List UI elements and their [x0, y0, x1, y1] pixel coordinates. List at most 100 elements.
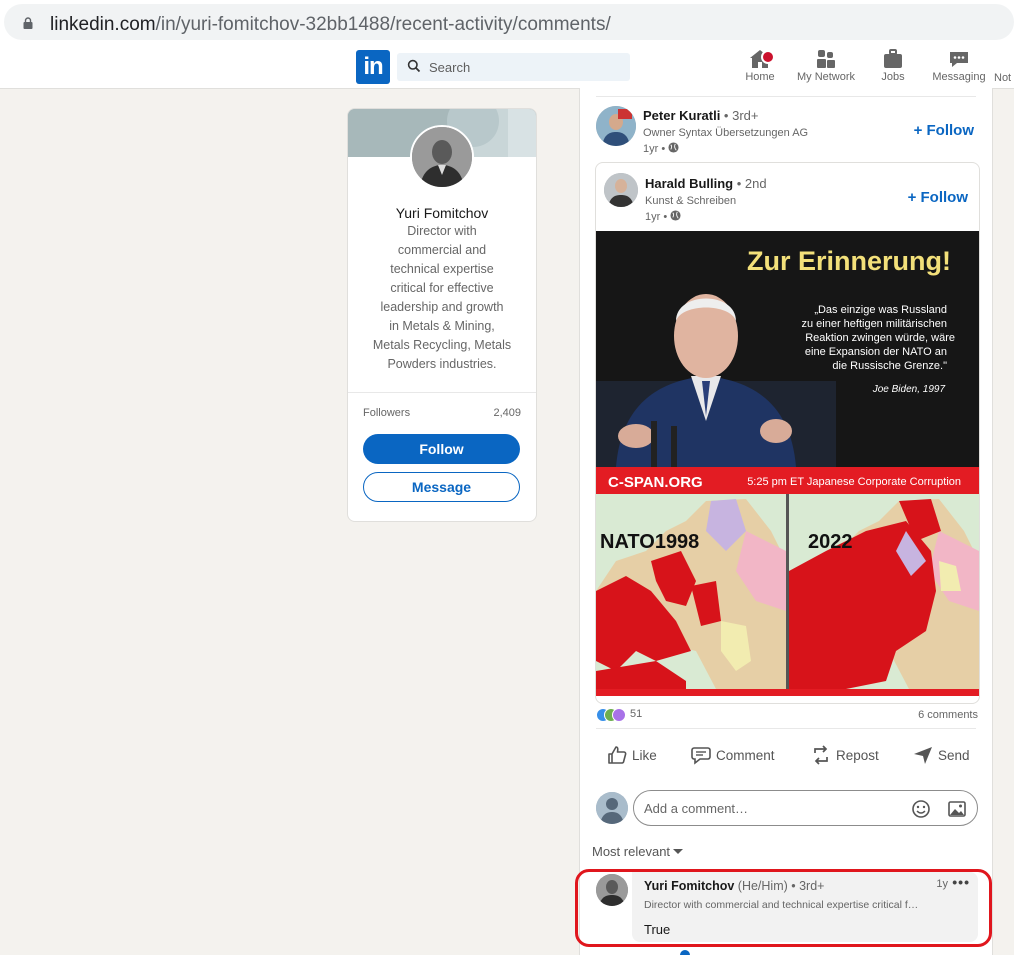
quote-line: zu einer heftigen militärischen: [801, 318, 947, 330]
map-left-label: NATO1998: [600, 531, 699, 553]
notification-dot: [761, 50, 775, 64]
actor-degree: • 3rd+: [720, 108, 759, 123]
nav-my-network-label: My Network: [796, 71, 856, 83]
comment-time: 1y: [936, 878, 948, 890]
nav-notifications-label: Not: [994, 72, 1012, 84]
nav-jobs[interactable]: Jobs: [873, 48, 913, 88]
sort-label: Most relevant: [592, 844, 671, 859]
follow-button[interactable]: Follow: [363, 434, 520, 464]
search-icon: [407, 59, 421, 73]
headline-line: Metals Recycling, Metals: [372, 338, 512, 352]
actor-name-text: Peter Kuratli: [643, 108, 721, 123]
comment-box[interactable]: [633, 790, 978, 826]
reaction-peek: [680, 950, 690, 955]
url-domain: linkedin.com: [50, 14, 156, 35]
reshare-actor: Harald Bulling • 2nd Kunst & Schreiben 1…: [604, 173, 974, 223]
headline-line: Powders industries.: [387, 357, 497, 371]
actor-time: 1yr •: [643, 142, 679, 155]
divider: [596, 728, 976, 729]
send-label: Send: [938, 748, 970, 763]
repost-button[interactable]: Repost: [810, 744, 882, 770]
profile-name[interactable]: Yuri Fomitchov: [348, 205, 536, 221]
nav-messaging-label: Messaging: [932, 71, 986, 83]
time-text: 1yr •: [645, 211, 668, 223]
search-input[interactable]: [429, 53, 619, 81]
like-button[interactable]: Like: [606, 744, 664, 770]
url-path: /in/yuri-fomitchov-32bb1488/recent-activ…: [155, 14, 611, 35]
profile-card: Yuri Fomitchov Director with commercial …: [347, 108, 537, 522]
comment-label: Comment: [716, 748, 775, 763]
reshare-time: 1yr •: [645, 210, 681, 223]
send-icon: [914, 747, 932, 764]
sort-dropdown[interactable]: Most relevant: [592, 844, 684, 859]
globe-icon: [670, 210, 681, 221]
quote-line: die Russische Grenze.": [832, 360, 947, 372]
nav-messaging[interactable]: Messaging: [929, 48, 989, 88]
more-options-icon[interactable]: •••: [952, 874, 970, 890]
nav-notifications[interactable]: Not: [994, 48, 1014, 88]
linkedin-logo[interactable]: in: [356, 50, 390, 84]
post-image[interactable]: Zur Erinnerung! „Das einzige was Russlan…: [596, 231, 979, 696]
quote-line: eine Expansion der NATO an: [805, 346, 947, 358]
send-button[interactable]: Send: [912, 744, 972, 770]
search-box[interactable]: [397, 53, 630, 81]
viewer-avatar: [596, 792, 628, 824]
followers-count: 2,409: [493, 407, 521, 419]
activity-feed: Peter Kuratli • 3rd+ Owner Syntax Überse…: [579, 88, 993, 955]
headline-line: technical expertise: [390, 262, 494, 276]
reshare-subtitle: Kunst & Schreiben: [645, 195, 737, 207]
reshared-post: Harald Bulling • 2nd Kunst & Schreiben 1…: [595, 162, 980, 704]
cspan-banner-right: 5:25 pm ET Japanese Corporate Corruption: [747, 476, 961, 488]
briefcase-icon: [884, 49, 902, 68]
headline-line: in Metals & Mining,: [389, 319, 495, 333]
message-button[interactable]: Message: [363, 472, 520, 502]
follow-reshare-button[interactable]: + Follow: [908, 189, 968, 206]
repost-icon: [814, 745, 828, 765]
nav-my-network[interactable]: My Network: [792, 48, 860, 88]
reactions-count: 51: [630, 708, 643, 720]
comment-input[interactable]: [644, 799, 894, 817]
globe-icon: [668, 142, 679, 153]
messaging-icon: [950, 52, 968, 67]
comment-avatar[interactable]: [596, 874, 628, 906]
reshare-degree: • 2nd: [733, 176, 767, 191]
profile-avatar[interactable]: [410, 125, 474, 189]
like-label: Like: [632, 748, 657, 763]
comment-icon: [691, 747, 711, 765]
actor-subtitle: Owner Syntax Übersetzungen AG: [643, 127, 809, 139]
reshare-name-text: Harald Bulling: [645, 176, 734, 191]
actor-name[interactable]: Peter Kuratli • 3rd+: [643, 108, 758, 123]
quote-author: Joe Biden, 1997: [872, 384, 946, 395]
reshare-name[interactable]: Harald Bulling • 2nd: [645, 176, 767, 191]
divider: [348, 392, 536, 393]
comment-author[interactable]: Yuri Fomitchov (He/Him) • 3rd+: [644, 879, 824, 893]
profile-headline: Director with commercial and technical e…: [364, 222, 520, 374]
lock-icon: [23, 17, 33, 29]
headline-line: commercial and: [397, 243, 487, 257]
headline-line: leadership and growth: [380, 300, 504, 314]
nav-home[interactable]: Home: [739, 48, 781, 88]
image-icon[interactable]: [947, 799, 967, 819]
headline-line: critical for effective: [390, 281, 494, 295]
headline-line: Director with: [407, 224, 477, 238]
image-headline: Zur Erinnerung!: [747, 246, 951, 276]
thumbs-up-icon: [608, 746, 627, 764]
comments-count[interactable]: 6 comments: [918, 709, 978, 721]
comment-text: True: [644, 922, 671, 937]
quote-line: Reaktion zwingen würde, wäre: [805, 332, 955, 344]
url-text: linkedin.com/in/yuri-fomitchov-32bb1488/…: [50, 14, 611, 36]
top-navbar: in Home My Network Jobs Messaging Not: [0, 44, 1014, 89]
nav-jobs-label: Jobs: [881, 71, 905, 83]
emoji-icon[interactable]: [911, 799, 931, 819]
cspan-banner-left: C-SPAN.ORG: [608, 474, 703, 491]
divider: [596, 96, 976, 97]
people-icon: [817, 50, 835, 68]
reshare-avatar[interactable]: [604, 173, 638, 207]
repost-label: Repost: [836, 748, 879, 763]
nav-home-label: Home: [745, 71, 775, 83]
caret-down-icon: [673, 849, 684, 854]
address-field[interactable]: linkedin.com/in/yuri-fomitchov-32bb1488/…: [4, 4, 1014, 40]
actor-avatar[interactable]: [596, 106, 636, 146]
comment-button[interactable]: Comment: [690, 744, 780, 770]
follow-actor-button[interactable]: + Follow: [914, 122, 974, 139]
